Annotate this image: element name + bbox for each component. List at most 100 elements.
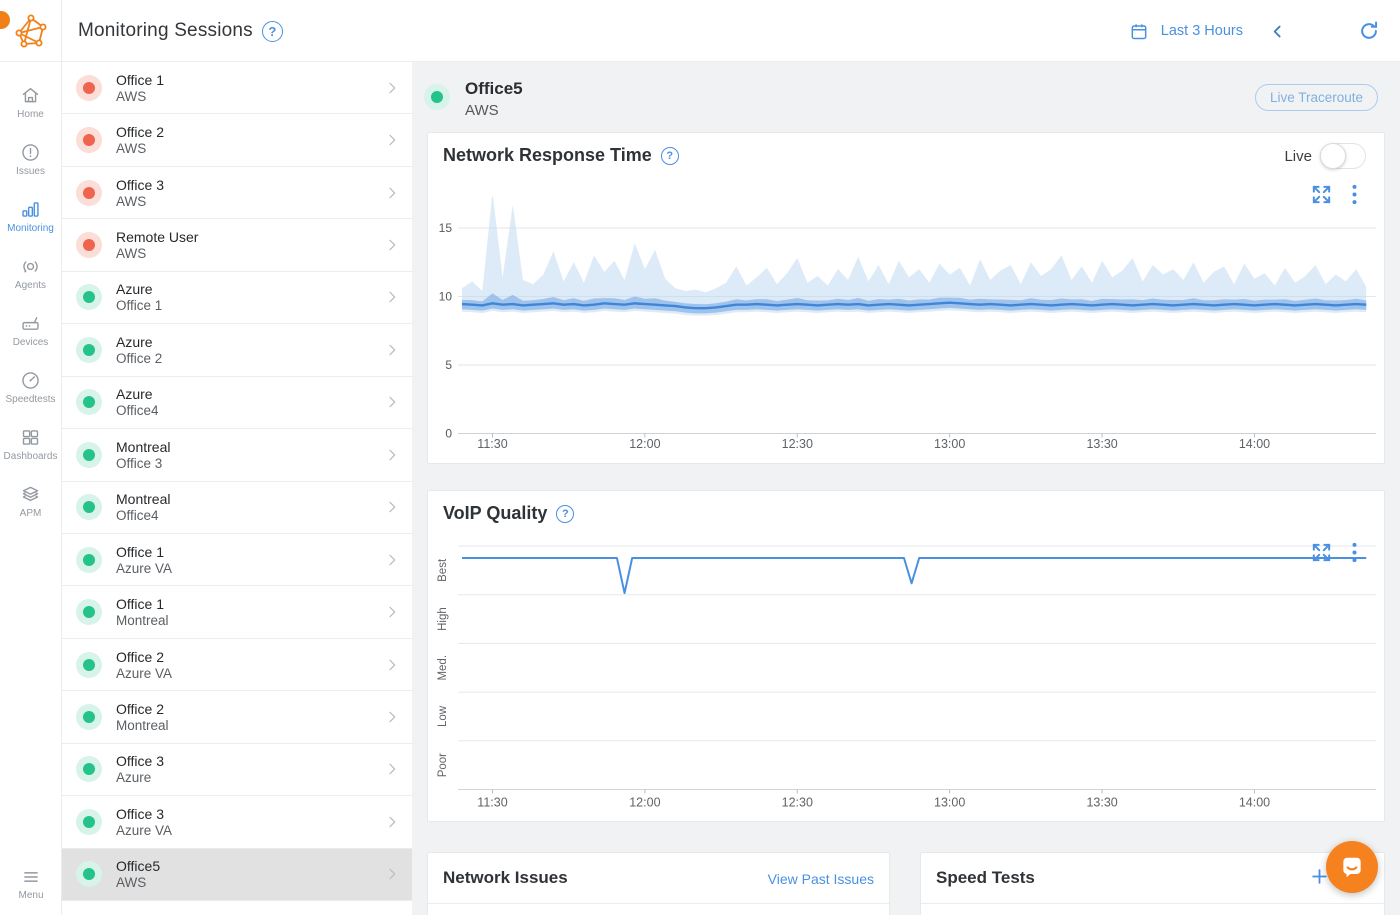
session-name: Office 2 [116,649,172,665]
chevron-right-icon [384,342,400,358]
svg-text:12:30: 12:30 [782,796,813,810]
live-toggle[interactable] [1320,143,1366,169]
main-panel: Office5 AWS Live Traceroute Network Resp… [412,62,1400,915]
nrt-help-icon[interactable]: ? [661,147,679,165]
nav-item-agents[interactable]: Agents [0,245,62,302]
view-past-issues-link[interactable]: View Past Issues [768,871,874,887]
nav-item-menu[interactable]: Menu [0,861,62,907]
session-list-item[interactable]: Remote UserAWS [62,219,412,271]
nav-item-home[interactable]: Home [0,74,62,131]
session-list-item[interactable]: Office 1AWS [62,62,412,114]
issues-card-title: Network Issues [443,868,568,888]
session-list-item[interactable]: Office 2Montreal [62,691,412,743]
nav-label: APM [20,508,42,519]
svg-text:10: 10 [439,290,453,304]
chevron-right-icon [384,814,400,830]
svg-text:11:30: 11:30 [477,796,507,810]
nav-item-dashboards[interactable]: Dashboards [0,416,62,473]
session-target: AWS [116,89,164,104]
nav-item-speedtests[interactable]: Speedtests [0,359,62,416]
live-toggle-label: Live [1284,148,1312,165]
chat-widget-button[interactable] [1326,841,1378,893]
detail-status-dot [424,84,450,110]
svg-text:13:30: 13:30 [1086,796,1117,810]
nav-label: Home [17,109,44,120]
session-name: Office 2 [116,701,169,717]
svg-text:12:00: 12:00 [629,796,660,810]
kebab-menu-icon[interactable] [1347,184,1362,205]
nrt-card-title: Network Response Time [443,145,652,166]
session-status-dot [76,284,102,310]
session-target: Azure [116,770,164,785]
expand-icon[interactable] [1310,183,1333,206]
voip-card-title: VoIP Quality [443,503,547,524]
session-target: Montreal [116,613,169,628]
session-status-dot [76,809,102,835]
session-status-dot [76,756,102,782]
app-logo[interactable] [0,0,62,62]
session-list-item[interactable]: AzureOffice 2 [62,324,412,376]
collapse-chevron-left-icon[interactable] [1269,23,1286,40]
dashboards-icon [20,427,41,448]
network-response-time-chart: 15105011:3012:0012:3013:0013:3014:00 [428,197,1386,459]
session-status-dot [76,75,102,101]
session-list-item[interactable]: Office5AWS [62,849,412,901]
kebab-menu-icon[interactable] [1347,542,1362,563]
session-list-item[interactable]: Office 3AWS [62,167,412,219]
calendar-icon[interactable] [1129,21,1149,41]
session-list-item[interactable]: MontrealOffice 3 [62,429,412,481]
voip-help-icon[interactable]: ? [556,505,574,523]
live-traceroute-button[interactable]: Live Traceroute [1255,84,1378,111]
session-name: Office 3 [116,753,164,769]
chevron-right-icon [384,709,400,725]
svg-text:11:30: 11:30 [477,437,507,451]
svg-text:15: 15 [439,221,453,235]
session-list-item[interactable]: Remote User [62,901,412,915]
speed-card-title: Speed Tests [936,868,1035,888]
topbar: Monitoring Sessions ? Last 3 Hours [0,0,1400,62]
session-status-dot [76,127,102,153]
session-list-item[interactable]: MontrealOffice4 [62,482,412,534]
session-list-item[interactable]: Office 3Azure [62,744,412,796]
session-status-dot [76,861,102,887]
nav-item-apm[interactable]: APM [0,473,62,530]
session-list-item[interactable]: Office 1Azure VA [62,534,412,586]
chevron-right-icon [384,394,400,410]
session-name: Azure [116,334,162,350]
session-target: AWS [116,141,164,156]
menu-icon [21,867,41,887]
svg-text:12:00: 12:00 [629,437,660,451]
chevron-right-icon [384,80,400,96]
session-status-dot [76,704,102,730]
session-list-item[interactable]: Office 2Azure VA [62,639,412,691]
session-list-item[interactable]: Office 2AWS [62,114,412,166]
session-list-item[interactable]: Office 1Montreal [62,586,412,638]
nav-item-devices[interactable]: Devices [0,302,62,359]
session-target: Montreal [116,718,169,733]
session-name: Office 1 [116,596,169,612]
session-target: Office 3 [116,456,170,471]
session-name: Office5 [116,858,160,874]
svg-text:Poor: Poor [437,753,449,777]
session-list-item[interactable]: AzureOffice4 [62,377,412,429]
nav-item-monitoring[interactable]: Monitoring [0,188,62,245]
expand-icon[interactable] [1310,541,1333,564]
nav-item-issues[interactable]: Issues [0,131,62,188]
chevron-right-icon [384,604,400,620]
session-list-item[interactable]: AzureOffice 1 [62,272,412,324]
svg-text:13:00: 13:00 [934,437,965,451]
svg-text:13:30: 13:30 [1086,437,1117,451]
chevron-right-icon [384,185,400,201]
session-status-dot [76,599,102,625]
chevron-right-icon [384,447,400,463]
nav-label: Agents [15,280,46,291]
refresh-icon[interactable] [1358,20,1380,42]
devices-icon [20,313,41,334]
time-range-label[interactable]: Last 3 Hours [1161,23,1243,39]
session-list-item[interactable]: Office 3Azure VA [62,796,412,848]
page-help-icon[interactable]: ? [262,21,283,42]
apm-icon [20,484,41,505]
svg-text:5: 5 [445,358,452,372]
svg-text:14:00: 14:00 [1239,437,1270,451]
session-target: AWS [116,246,198,261]
